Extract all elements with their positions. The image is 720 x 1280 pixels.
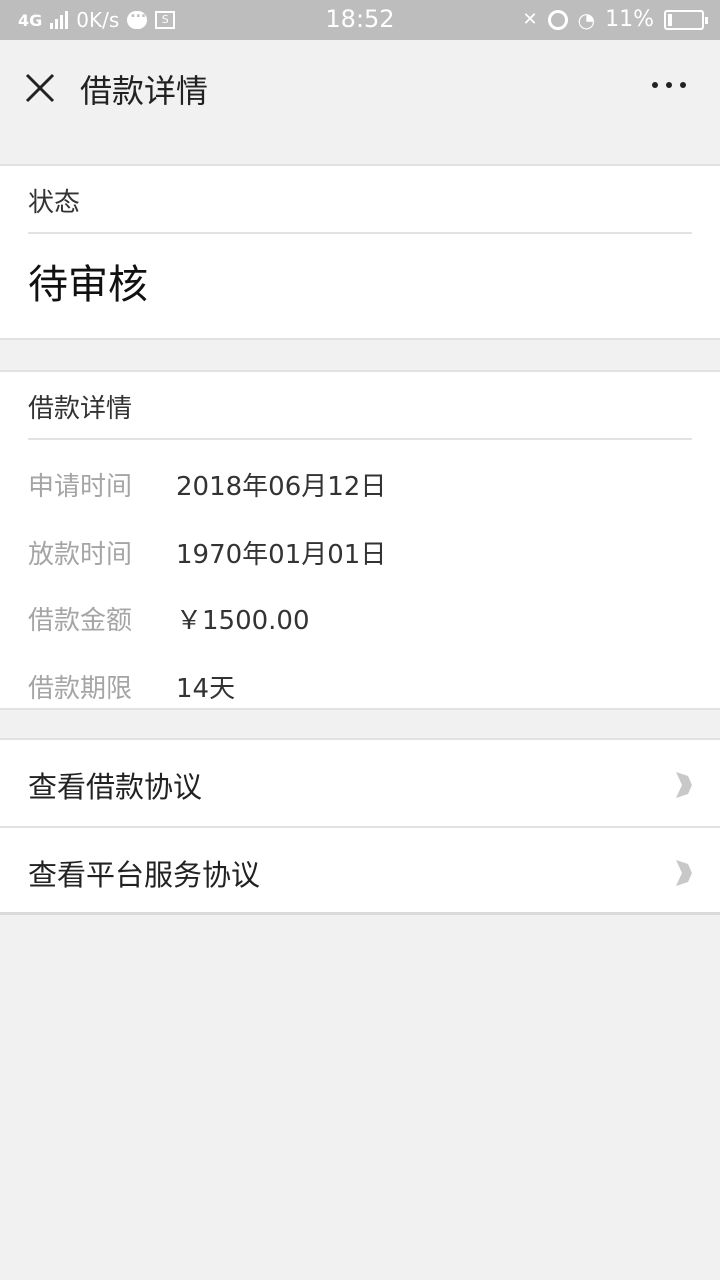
close-icon[interactable] bbox=[22, 70, 58, 106]
view-loan-agreement-label: 查看借款协议 bbox=[28, 770, 203, 804]
divider bbox=[28, 438, 692, 440]
divider bbox=[0, 912, 720, 915]
battery-icon bbox=[664, 9, 708, 30]
status-right-group: ✕ ◔ 11% bbox=[522, 7, 708, 32]
loan-term-value: 14天 bbox=[176, 674, 236, 704]
disburse-time-value: 1970年01月01日 bbox=[176, 540, 387, 570]
wifi-icon: ◔ bbox=[577, 7, 596, 32]
view-platform-agreement-row[interactable]: 查看平台服务协议 bbox=[0, 828, 720, 914]
status-card: 状态 待审核 bbox=[0, 164, 720, 340]
loan-detail-card: 借款详情 申请时间 2018年06月12日 放款时间 1970年01月01日 借… bbox=[0, 370, 720, 710]
view-loan-agreement-row[interactable]: 查看借款协议 bbox=[0, 740, 720, 826]
alarm-icon bbox=[547, 9, 568, 30]
apply-time-value: 2018年06月12日 bbox=[176, 472, 387, 502]
status-bar: 4G 0K/s S 18:52 ✕ ◔ 11% bbox=[0, 0, 720, 40]
chevron-right-icon bbox=[676, 860, 692, 886]
view-platform-agreement-label: 查看平台服务协议 bbox=[28, 858, 261, 892]
page-title: 借款详情 bbox=[80, 72, 209, 110]
loan-amount-value: ￥1500.00 bbox=[176, 606, 310, 636]
more-icon[interactable] bbox=[652, 82, 686, 88]
loan-amount-label: 借款金额 bbox=[28, 606, 133, 636]
chevron-right-icon bbox=[676, 772, 692, 798]
status-heading: 状态 bbox=[28, 188, 81, 218]
detail-heading: 借款详情 bbox=[28, 394, 133, 424]
mute-icon: ✕ bbox=[522, 9, 538, 30]
status-value: 待审核 bbox=[28, 262, 148, 308]
loan-term-label: 借款期限 bbox=[28, 674, 133, 704]
divider bbox=[28, 232, 692, 234]
nav-bar: 借款详情 bbox=[0, 40, 720, 136]
battery-percent: 11% bbox=[605, 7, 654, 32]
apply-time-label: 申请时间 bbox=[28, 472, 133, 502]
disburse-time-label: 放款时间 bbox=[28, 540, 133, 570]
